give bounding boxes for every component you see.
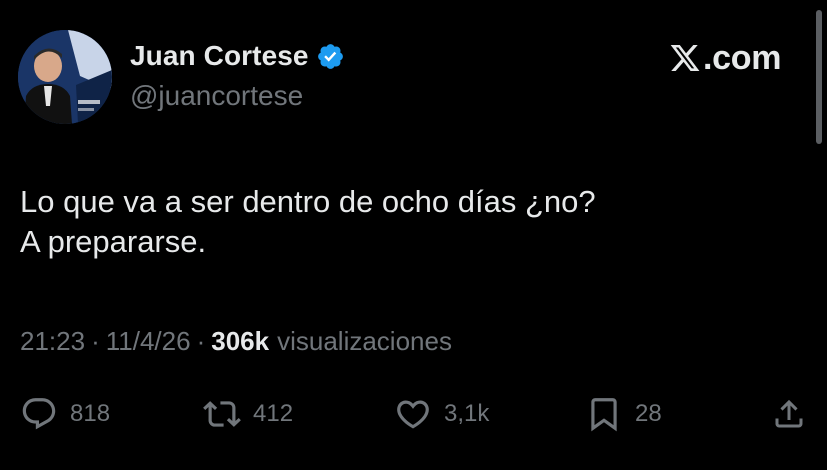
avatar[interactable] (18, 30, 112, 124)
share-button[interactable] (771, 395, 807, 433)
like-button[interactable]: 3,1k (394, 395, 489, 433)
views-count: 306k (211, 326, 270, 356)
share-icon (775, 399, 803, 428)
bookmark-count: 28 (635, 400, 662, 427)
author-handle[interactable]: @juancortese (130, 80, 303, 112)
x-logo-icon (668, 42, 702, 74)
bookmark-button[interactable]: 28 (585, 395, 662, 433)
reply-count: 818 (70, 400, 111, 427)
like-count: 3,1k (444, 400, 490, 427)
display-name[interactable]: Juan Cortese (130, 40, 309, 72)
retweet-count: 412 (253, 400, 294, 427)
tweet-time[interactable]: 21:23 (20, 326, 85, 357)
tweet-text-line: Lo que va a ser dentro de ocho días ¿no? (20, 184, 596, 219)
tweet-text: Lo que va a ser dentro de ocho días ¿no?… (20, 182, 596, 262)
verified-badge-icon[interactable] (316, 42, 345, 71)
reply-icon (22, 398, 56, 430)
retweet-button[interactable]: 412 (203, 395, 293, 433)
profile-photo-icon (18, 30, 112, 124)
brand-domain: .com (703, 38, 782, 77)
bookmark-icon (591, 398, 617, 432)
tweet-text-line: A prepararse. (20, 224, 207, 259)
retweet-icon (203, 401, 241, 427)
scrollbar[interactable] (816, 10, 822, 144)
author-row: Juan Cortese (130, 38, 345, 74)
tweet-meta: 21:23 · 11/4/26 · 306k visualizaciones (20, 326, 452, 357)
reply-button[interactable]: 818 (20, 395, 110, 433)
meta-separator: · (91, 326, 100, 356)
tweet-card: Juan Cortese @juancortese .com Lo que va… (0, 0, 827, 470)
x-brand: .com (668, 38, 781, 78)
views-label: visualizaciones (277, 326, 452, 356)
meta-separator: · (196, 326, 206, 356)
tweet-date[interactable]: 11/4/26 (106, 326, 191, 357)
heart-icon (397, 400, 429, 429)
